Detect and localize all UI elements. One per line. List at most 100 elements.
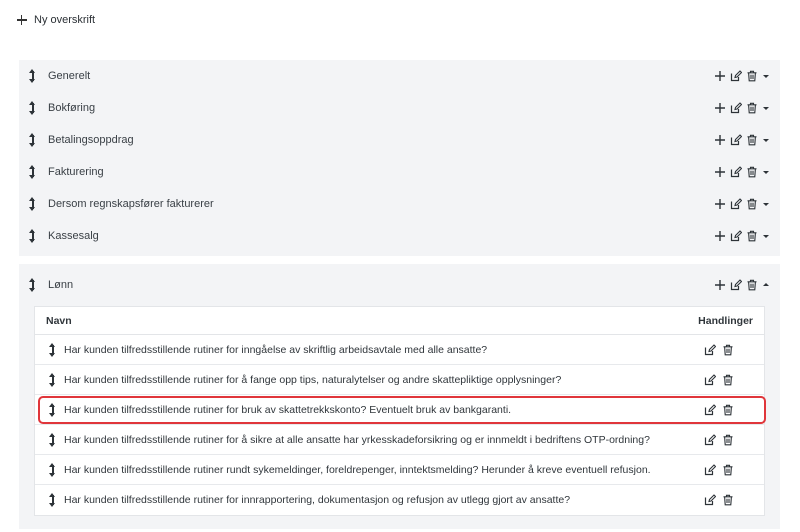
drag-handle-icon[interactable] (28, 229, 38, 243)
drag-handle-icon[interactable] (48, 432, 58, 447)
table-row[interactable]: Har kunden tilfredsstillende rutiner for… (35, 425, 764, 455)
row-actions (704, 343, 734, 356)
edit-icon[interactable] (730, 198, 742, 210)
chevron-down-icon[interactable] (762, 198, 770, 210)
section-title: Fakturering (48, 166, 104, 178)
section-title: Generelt (48, 70, 91, 82)
edit-icon[interactable] (730, 134, 742, 146)
edit-icon[interactable] (704, 433, 716, 446)
trash-icon[interactable] (722, 344, 734, 356)
section-title: Dersom regnskapsfører fakturerer (48, 198, 214, 210)
question-text: Har kunden tilfredsstillende rutiner for… (64, 343, 488, 356)
section-title: Bokføring (48, 102, 96, 114)
drag-handle-icon[interactable] (28, 165, 38, 179)
question-text: Har kunden tilfredsstillende rutiner for… (64, 373, 562, 386)
drag-handle-icon[interactable] (48, 402, 58, 417)
section-list: Generelt Bokføring Betalingsoppdrag Fakt… (19, 60, 780, 256)
section-row-lonn[interactable]: Lønn (19, 264, 780, 306)
section-actions (714, 230, 770, 242)
trash-icon[interactable] (722, 494, 734, 506)
trash-icon[interactable] (746, 198, 758, 210)
questions-table: Navn Handlinger Har kunden tilfredsstill… (34, 306, 765, 516)
column-header-name: Navn (46, 314, 72, 327)
plus-icon[interactable] (714, 134, 726, 146)
trash-icon[interactable] (746, 279, 758, 291)
section-row-generelt[interactable]: Generelt (19, 60, 780, 92)
trash-icon[interactable] (746, 70, 758, 82)
section-row-fakturering[interactable]: Fakturering (19, 156, 780, 188)
section-actions (714, 279, 770, 291)
drag-handle-icon[interactable] (28, 133, 38, 147)
question-text: Har kunden tilfredsstillende rutiner for… (64, 494, 571, 506)
edit-icon[interactable] (730, 102, 742, 114)
question-text: Har kunden tilfredsstillende rutiner run… (64, 463, 651, 476)
plus-icon[interactable] (714, 230, 726, 242)
add-heading-button[interactable]: Ny overskrift (17, 14, 95, 26)
edit-icon[interactable] (704, 373, 716, 386)
section-title: Kassesalg (48, 230, 99, 242)
section-row-kassesalg[interactable]: Kassesalg (19, 220, 780, 252)
section-lonn-expanded: Lønn Navn Handlinger Har kunden tilfreds… (19, 264, 780, 529)
plus-icon[interactable] (714, 279, 726, 291)
section-actions (714, 166, 770, 178)
section-actions (714, 70, 770, 82)
section-row-bokforing[interactable]: Bokføring (19, 92, 780, 124)
drag-handle-icon[interactable] (48, 493, 58, 507)
row-actions (704, 494, 734, 506)
drag-handle-icon[interactable] (48, 372, 58, 387)
row-actions (704, 403, 734, 416)
edit-icon[interactable] (730, 230, 742, 242)
trash-icon[interactable] (746, 102, 758, 114)
column-header-actions: Handlinger (698, 314, 753, 327)
chevron-down-icon[interactable] (762, 70, 770, 82)
table-row[interactable]: Har kunden tilfredsstillende rutiner for… (35, 335, 764, 365)
question-text: Har kunden tilfredsstillende rutiner for… (64, 403, 512, 416)
plus-icon[interactable] (714, 70, 726, 82)
section-title: Betalingsoppdrag (48, 134, 134, 146)
section-row-dersom-regnskapsforer[interactable]: Dersom regnskapsfører fakturerer (19, 188, 780, 220)
trash-icon[interactable] (722, 404, 734, 416)
table-row-highlighted[interactable]: Har kunden tilfredsstillende rutiner for… (35, 395, 764, 425)
plus-icon (17, 15, 27, 25)
table-row[interactable]: Har kunden tilfredsstillende rutiner for… (35, 365, 764, 395)
row-actions (704, 463, 734, 476)
edit-icon[interactable] (704, 494, 716, 506)
drag-handle-icon[interactable] (28, 278, 38, 292)
edit-icon[interactable] (704, 403, 716, 416)
chevron-up-icon[interactable] (762, 279, 770, 291)
table-header: Navn Handlinger (35, 307, 764, 335)
edit-icon[interactable] (730, 70, 742, 82)
trash-icon[interactable] (746, 166, 758, 178)
trash-icon[interactable] (746, 134, 758, 146)
plus-icon[interactable] (714, 166, 726, 178)
trash-icon[interactable] (722, 374, 734, 386)
section-title: Lønn (48, 279, 74, 291)
section-actions (714, 198, 770, 210)
section-actions (714, 102, 770, 114)
plus-icon[interactable] (714, 102, 726, 114)
table-row[interactable]: Har kunden tilfredsstillende rutiner run… (35, 455, 764, 485)
edit-icon[interactable] (704, 343, 716, 356)
plus-icon[interactable] (714, 198, 726, 210)
section-row-betalingsoppdrag[interactable]: Betalingsoppdrag (19, 124, 780, 156)
row-actions (704, 433, 734, 446)
edit-icon[interactable] (730, 166, 742, 178)
drag-handle-icon[interactable] (28, 197, 38, 211)
chevron-down-icon[interactable] (762, 166, 770, 178)
chevron-down-icon[interactable] (762, 230, 770, 242)
drag-handle-icon[interactable] (48, 462, 58, 477)
edit-icon[interactable] (730, 279, 742, 291)
drag-handle-icon[interactable] (28, 69, 38, 83)
question-text: Har kunden tilfredsstillende rutiner for… (64, 433, 650, 446)
drag-handle-icon[interactable] (28, 101, 38, 115)
chevron-down-icon[interactable] (762, 102, 770, 114)
trash-icon[interactable] (722, 434, 734, 446)
drag-handle-icon[interactable] (48, 342, 58, 357)
add-heading-label: Ny overskrift (34, 14, 96, 26)
edit-icon[interactable] (704, 463, 716, 476)
trash-icon[interactable] (722, 464, 734, 476)
trash-icon[interactable] (746, 230, 758, 242)
chevron-down-icon[interactable] (762, 134, 770, 146)
row-actions (704, 373, 734, 386)
table-row[interactable]: Har kunden tilfredsstillende rutiner for… (35, 485, 764, 515)
